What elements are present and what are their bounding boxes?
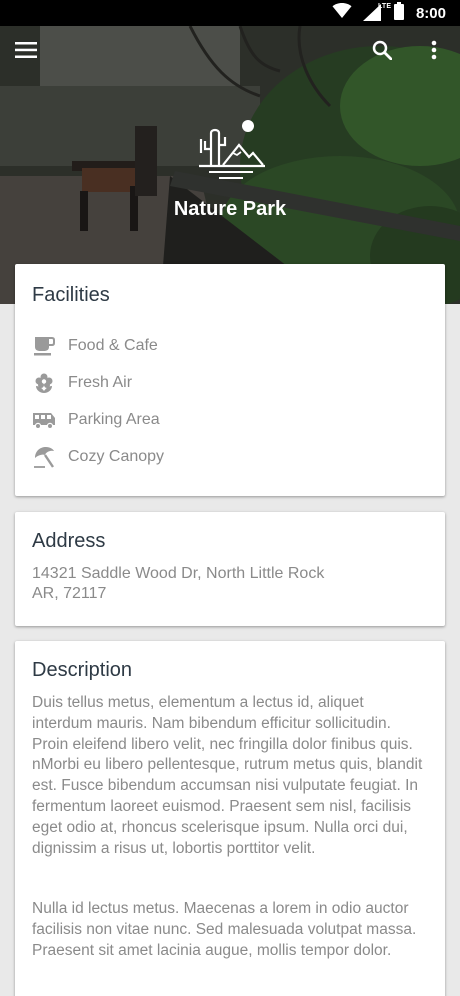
search-icon xyxy=(372,40,393,65)
bus-icon xyxy=(32,408,56,432)
address-card: Address 14321 Saddle Wood Dr, North Litt… xyxy=(15,512,445,626)
park-title: Nature Park xyxy=(173,198,287,220)
facility-label: Cozy Canopy xyxy=(68,448,165,465)
menu-button[interactable] xyxy=(6,32,46,72)
network-type-label: LTE xyxy=(377,3,392,10)
facility-item-cozy-canopy: Cozy Canopy xyxy=(32,444,164,470)
facilities-card: Facilities Food & Cafe Fresh Air Parking… xyxy=(15,264,445,496)
description-card: Description Duis tellus metus, elementum… xyxy=(15,641,445,996)
address-title: Address xyxy=(32,530,106,552)
facilities-title: Facilities xyxy=(32,284,110,306)
search-button[interactable] xyxy=(362,32,402,72)
facility-item-parking-area: Parking Area xyxy=(32,407,160,433)
status-time: 8:00 xyxy=(415,4,446,22)
flower-icon xyxy=(32,371,56,395)
description-paragraph-2: Nulla id lectus metus. Maecenas a lorem … xyxy=(32,900,417,959)
coffee-cup-icon xyxy=(32,334,56,358)
nature-park-logo-icon xyxy=(199,120,265,179)
facility-item-food-cafe: Food & Cafe xyxy=(32,333,158,359)
address-line-2: AR, 72117 xyxy=(32,585,107,602)
status-bar: LTE 8:00 xyxy=(0,0,460,26)
facility-item-fresh-air: Fresh Air xyxy=(32,370,132,396)
beach-umbrella-icon xyxy=(32,445,56,469)
hero-header: Nature Park xyxy=(0,26,460,304)
address-line-1: 14321 Saddle Wood Dr, North Little Rock xyxy=(32,565,325,582)
hamburger-menu-icon xyxy=(15,41,37,63)
more-options-button[interactable] xyxy=(414,32,454,72)
more-vertical-icon xyxy=(431,40,437,65)
wifi-icon xyxy=(332,2,352,24)
description-title: Description xyxy=(32,659,133,681)
cell-signal-icon: LTE xyxy=(360,3,391,22)
description-paragraph-1: Duis tellus metus, elementum a lectus id… xyxy=(32,694,423,857)
facility-label: Food & Cafe xyxy=(68,337,158,354)
facility-label: Parking Area xyxy=(68,411,160,428)
facility-label: Fresh Air xyxy=(68,374,133,391)
battery-icon xyxy=(393,1,404,25)
